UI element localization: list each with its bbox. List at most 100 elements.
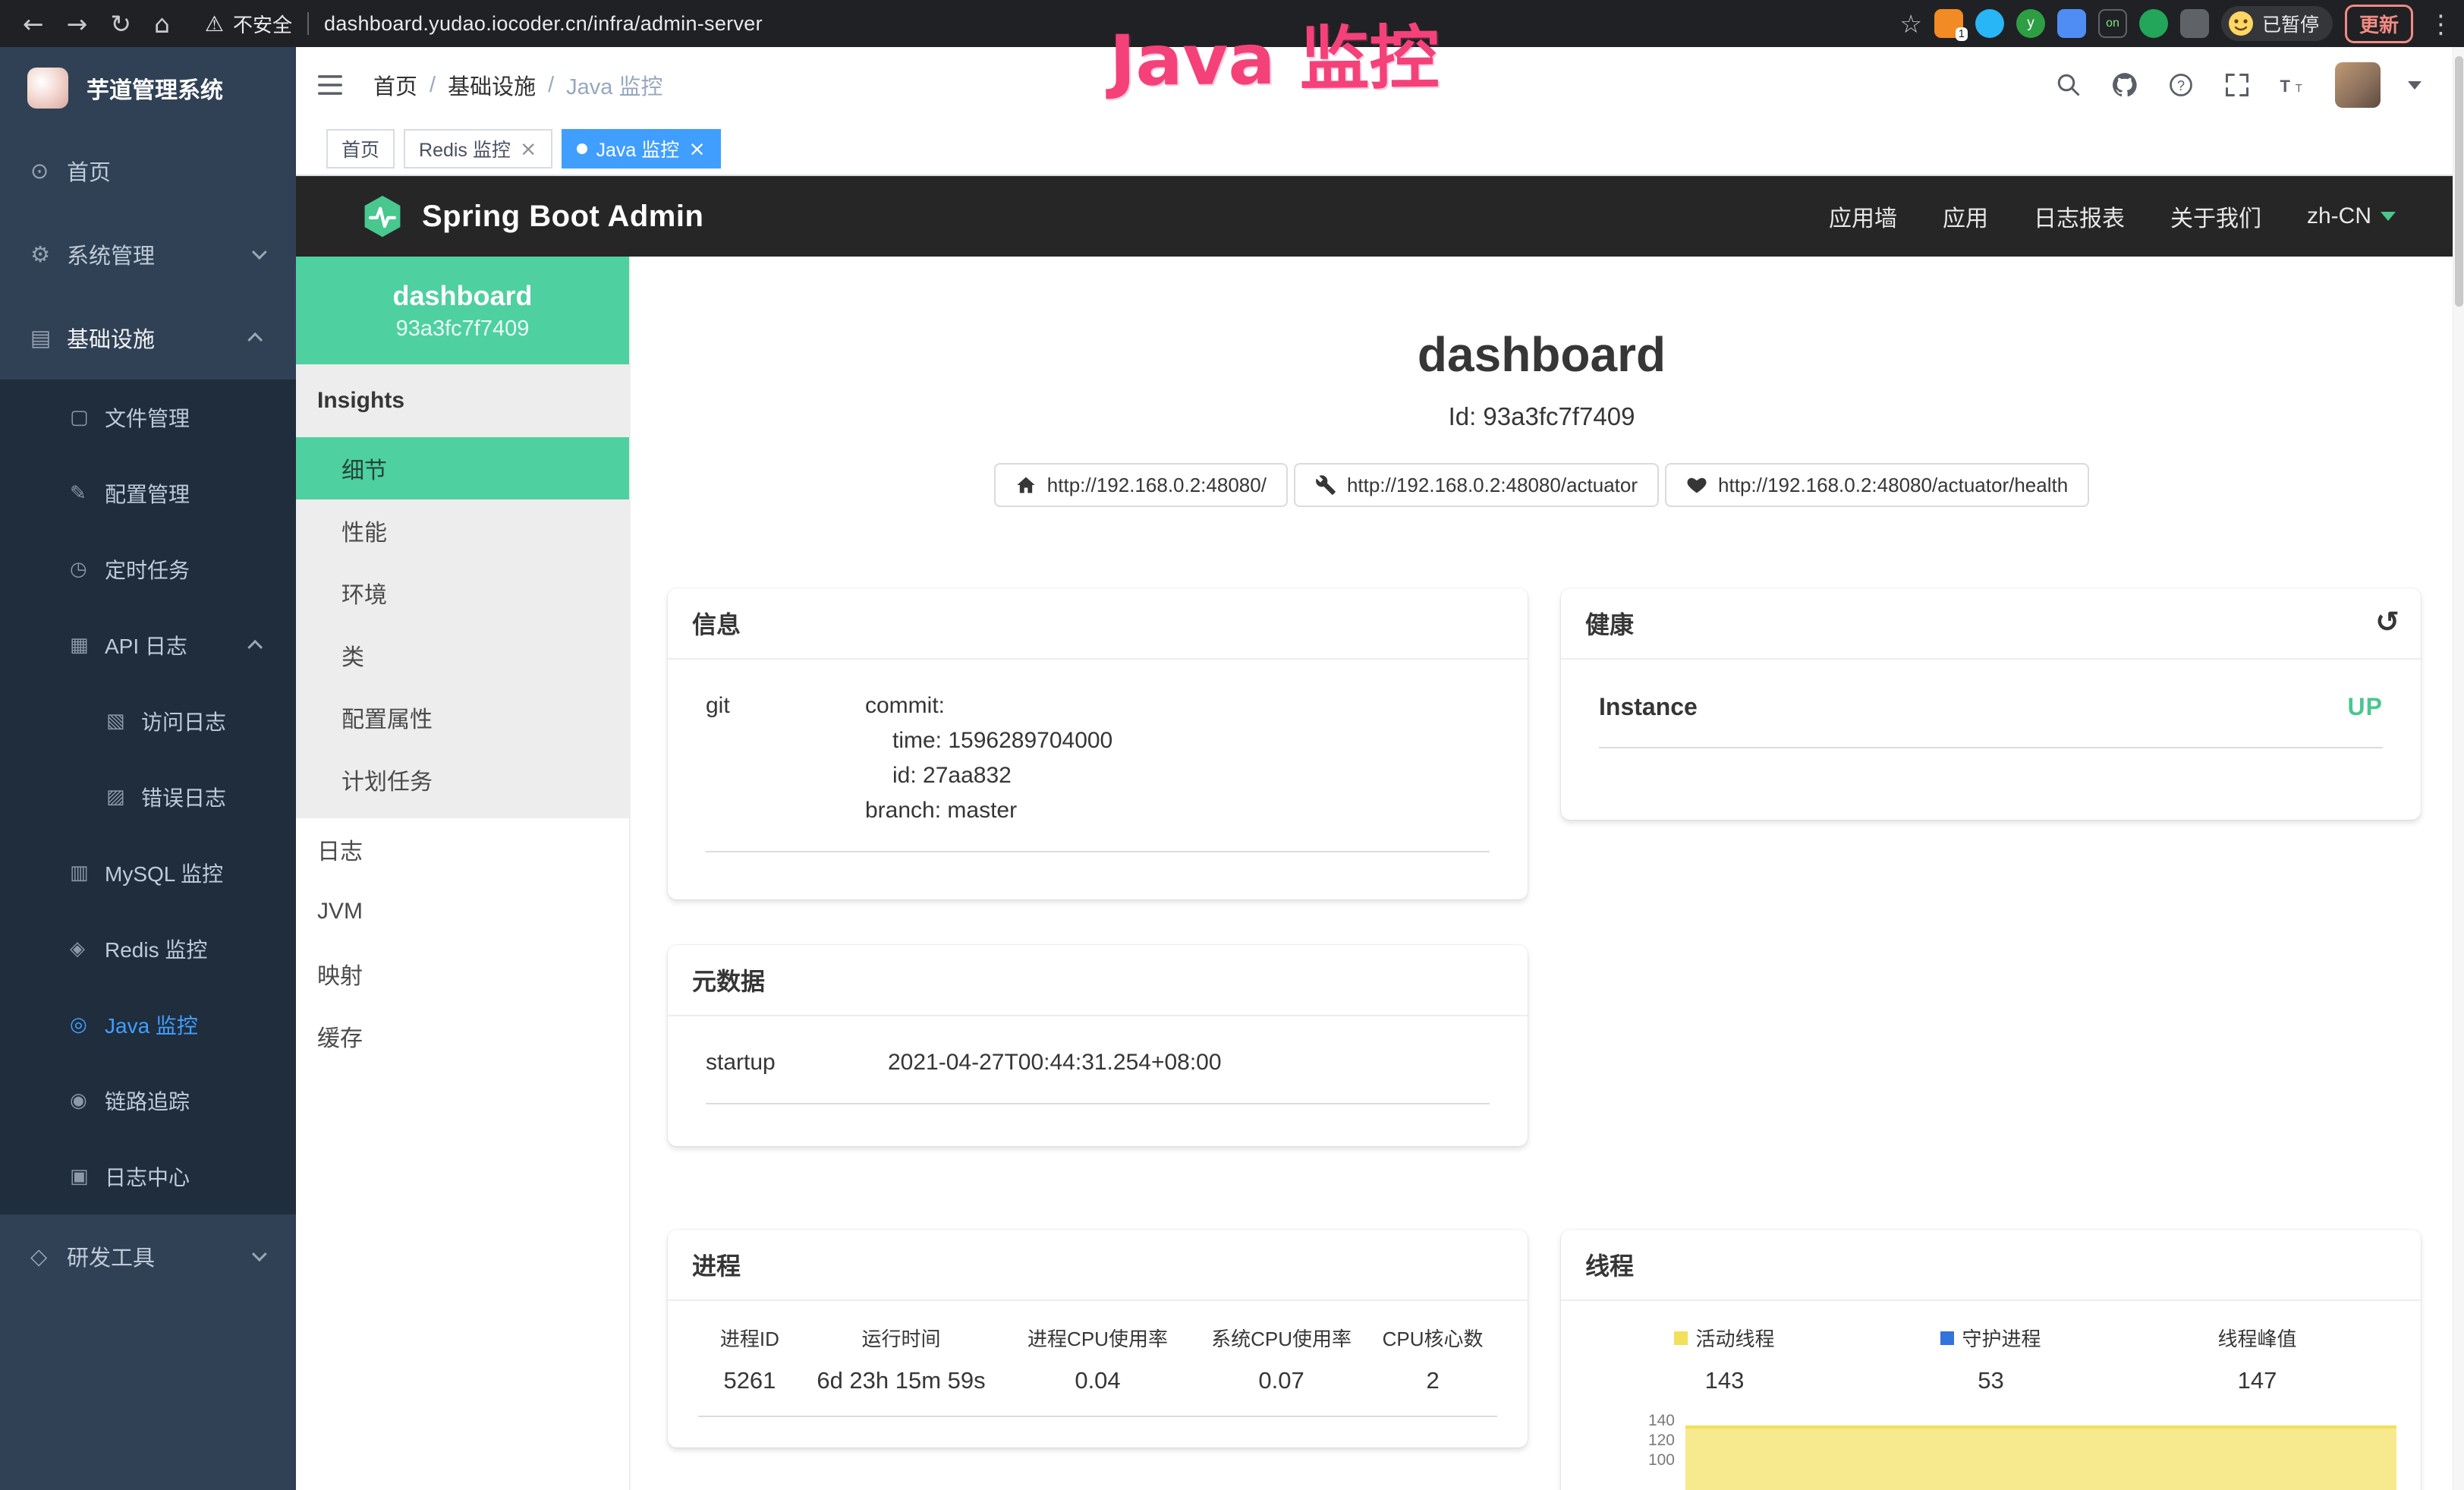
font-size-icon[interactable]: TT [2279,71,2308,99]
sidebar-item-system[interactable]: ⚙ 系统管理 [0,213,296,296]
infra-submenu: ▢ 文件管理 ✎ 配置管理 ◷ 定时任务 ▦ API 日志 ▧ 访问日志 ▨ 错… [0,380,296,1214]
sba-menu-classes[interactable]: 类 [296,624,629,686]
browser-menu-dots-icon[interactable]: ⋮ [2428,9,2453,39]
sidebar-item-file-mgmt[interactable]: ▢ 文件管理 [0,380,296,455]
app-logo-icon [27,68,68,109]
git-commit-time: time: 1596289704000 [865,723,1112,758]
sba-menu-scheduled-tasks[interactable]: 计划任务 [296,748,629,811]
bookmark-star-icon[interactable]: ☆ [1899,9,1922,39]
sba-locale-select[interactable]: zh-CN [2307,203,2396,229]
sba-nav-wall[interactable]: 应用墙 [1829,200,1897,233]
tag-home[interactable]: 首页 [326,129,395,169]
tag-redis[interactable]: Redis 监控 × [404,129,552,169]
sba-menu-logfile[interactable]: 日志 [296,818,629,880]
question-glyph: ? [2177,78,2185,93]
scrollbar-thumb[interactable] [2455,56,2463,307]
extension-translate-icon[interactable]: y [2016,9,2045,38]
daemon-threads-swatch-icon [1940,1331,1954,1345]
forward-icon[interactable]: → [67,9,88,39]
extension-grid-icon[interactable] [2057,9,2086,38]
instance-block[interactable]: dashboard 93a3fc7f7409 [296,257,629,364]
sidebar-item-java-monitor[interactable]: ◎ Java 监控 [0,987,296,1063]
sidebar-item-redis-monitor[interactable]: ◈ Redis 监控 [0,911,296,987]
collapse-sidebar-icon[interactable] [316,71,345,99]
app-logo-row[interactable]: 芋道管理系统 [0,47,296,129]
help-icon[interactable]: ? [2167,71,2195,99]
col-header: 运行时间 [801,1324,1001,1352]
tag-label: 首页 [341,135,379,162]
insights-group: Insights 细节 性能 环境 类 配置属性 计划任务 [296,364,629,818]
extension-on-text: on [2106,17,2119,30]
profile-paused-chip[interactable]: 已暂停 [2221,6,2333,41]
sidebar-item-label: 日志中心 [105,1161,190,1192]
github-icon[interactable] [2110,71,2139,99]
paused-label: 已暂停 [2262,10,2319,37]
sidebar-item-tracing[interactable]: ◉ 链路追踪 [0,1063,296,1139]
sidebar-item-log-center[interactable]: ▣ 日志中心 [0,1139,296,1214]
close-icon[interactable]: × [520,139,537,159]
sba-brand-title[interactable]: Spring Boot Admin [422,200,703,234]
extension-fox-icon[interactable]: 1 [1934,9,1963,38]
sidebar-item-mysql-monitor[interactable]: ▥ MySQL 监控 [0,835,296,911]
sidebar-item-label: API 日志 [105,630,187,660]
sidebar-item-config-mgmt[interactable]: ✎ 配置管理 [0,455,296,531]
col-value: 6d 23h 15m 59s [801,1367,1001,1394]
link-health-url[interactable]: http://192.168.0.2:48080/actuator/health [1665,463,2089,507]
health-instance-row[interactable]: Instance UP [1599,693,2383,748]
sba-menu-configprops[interactable]: 配置属性 [296,686,629,748]
user-avatar[interactable] [2335,62,2381,108]
sidebar-item-label: 研发工具 [67,1240,155,1272]
sidebar-item-error-logs[interactable]: ▨ 错误日志 [0,759,296,835]
sba-menu-environment[interactable]: 环境 [296,562,629,624]
link-actuator-url[interactable]: http://192.168.0.2:48080/actuator [1294,463,1659,507]
sidebar-item-infra[interactable]: ▤ 基础设施 [0,296,296,380]
back-icon[interactable]: ← [23,9,44,39]
threads-peak-col: 线程峰值 147 [2124,1324,2390,1394]
sidebar-item-access-logs[interactable]: ▧ 访问日志 [0,683,296,759]
omnibox-divider [307,12,309,35]
sidebar-item-home[interactable]: ⊙ 首页 [0,129,296,213]
close-icon[interactable]: × [688,139,706,159]
search-icon[interactable] [2054,71,2083,99]
process-col-system-cpu: 系统CPU使用率 0.07 [1194,1324,1368,1394]
tag-java[interactable]: Java 监控 × [562,129,721,169]
sba-menu-caches[interactable]: 缓存 [296,1005,629,1067]
link-home-url[interactable]: http://192.168.0.2:48080/ [994,463,1288,507]
extension-letter: y [2027,15,2034,32]
home-icon[interactable]: ⌂ [154,9,170,39]
breadcrumb-home[interactable]: 首页 [373,69,417,101]
git-branch: branch: master [865,793,1112,828]
address-bar[interactable]: ⚠ 不安全 dashboard.yudao.iocoder.cn/infra/a… [205,10,1899,38]
sidebar-item-dev-tools[interactable]: ◇ 研发工具 [0,1214,296,1298]
breadcrumb: 首页 / 基础设施 / Java 监控 [373,69,662,101]
sba-menu-metrics[interactable]: 性能 [296,499,629,562]
sidebar-item-scheduled-jobs[interactable]: ◷ 定时任务 [0,531,296,607]
url-text[interactable]: dashboard.yudao.iocoder.cn/infra/admin-s… [324,12,763,36]
sidebar-item-label: Java 监控 [105,1010,198,1040]
git-commit-label: commit: [865,688,1112,723]
security-label[interactable]: 不安全 [233,10,292,38]
threads-chart: 140 120 100 [1591,1412,2398,1490]
history-icon[interactable]: ↺ [2375,605,2399,638]
breadcrumb-section[interactable]: 基础设施 [448,69,536,101]
col-header: 进程CPU使用率 [1001,1324,1194,1352]
java-icon: ◎ [70,1013,105,1036]
extension-drop-icon[interactable] [1975,9,2004,38]
fullscreen-icon[interactable] [2223,71,2252,99]
sba-menu-mappings[interactable]: 映射 [296,943,629,1005]
sba-nav-about[interactable]: 关于我们 [2170,200,2261,233]
sba-menu-details[interactable]: 细节 [296,437,629,499]
update-button[interactable]: 更新 [2345,5,2413,43]
sidebar-item-label: 系统管理 [67,238,155,270]
y-axis-tick: 100 [1591,1451,1675,1470]
extension-puzzle-icon[interactable] [2180,9,2209,38]
reload-icon[interactable]: ↻ [110,9,131,39]
sba-nav-journal[interactable]: 日志报表 [2034,200,2125,233]
sba-nav-applications[interactable]: 应用 [1943,200,1988,233]
extension-on-badge-icon[interactable]: on [2098,9,2127,38]
sba-menu-jvm[interactable]: JVM [296,880,629,943]
vertical-scrollbar[interactable] [2453,47,2464,1490]
extension-leaf-icon[interactable] [2139,9,2168,38]
avatar-caret-icon[interactable] [2408,81,2422,90]
sidebar-item-api-logs[interactable]: ▦ API 日志 [0,607,296,683]
